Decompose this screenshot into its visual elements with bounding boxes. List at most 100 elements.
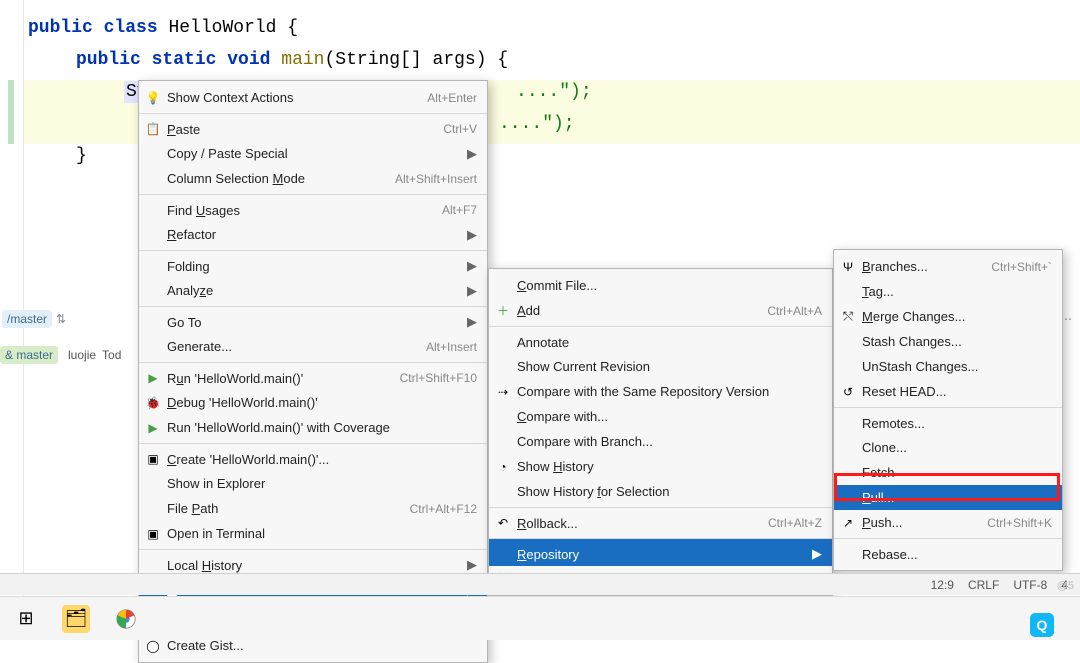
- menu-item-add[interactable]: ＋ AddCtrl+Alt+A: [489, 298, 832, 323]
- menu-item-fetch[interactable]: Fetch: [834, 460, 1062, 485]
- menu-item-annotate[interactable]: Annotate: [489, 326, 832, 354]
- menu-item-show-history[interactable]: ◔Show History: [489, 454, 832, 479]
- submenu-arrow-icon: ▶: [812, 546, 822, 562]
- menu-item-compare-with-the-same-repository-version[interactable]: ⇢ Compare with the Same Repository Versio…: [489, 379, 832, 404]
- menu-label: Reset HEAD...: [862, 384, 1052, 399]
- menu-item-folding[interactable]: Folding▶: [139, 250, 487, 278]
- shortcut: Ctrl+Shift+`: [991, 260, 1052, 274]
- menu-item-unstash-changes[interactable]: UnStash Changes...: [834, 354, 1062, 379]
- menu-item-analyze[interactable]: Analyze▶: [139, 278, 487, 303]
- menu-item-tag[interactable]: Tag...: [834, 279, 1062, 304]
- menu-item-branches[interactable]: Ψ Branches...Ctrl+Shift+`: [834, 254, 1062, 279]
- submenu-arrow-icon: ▶: [467, 283, 477, 299]
- menu-label: Paste: [167, 122, 443, 137]
- chrome-icon[interactable]: [112, 605, 140, 633]
- menu-item-show-in-explorer[interactable]: Show in Explorer: [139, 471, 487, 496]
- menu-label: UnStash Changes...: [862, 359, 1052, 374]
- menu-item-open-in-terminal[interactable]: ▣Open in Terminal: [139, 521, 487, 546]
- menu-item-copy-paste-special[interactable]: Copy / Paste Special ▶: [139, 141, 487, 166]
- menu-label: Compare with...: [517, 409, 822, 424]
- menu-item-show-history-for-selection[interactable]: Show History for Selection: [489, 479, 832, 504]
- menu-label: Compare with Branch...: [517, 434, 822, 449]
- menu-label: Show History: [517, 459, 822, 474]
- menu-item-show-context-actions[interactable]: 💡Show Context ActionsAlt+Enter: [139, 85, 487, 110]
- menu-label: Go To: [167, 315, 459, 330]
- shortcut: Alt+Enter: [427, 91, 477, 105]
- menu-item-run-helloworld-main-with-coverage[interactable]: ▶ Run 'HelloWorld.main()' with Coverage: [139, 415, 487, 440]
- menu-item-push[interactable]: ↗Push...Ctrl+Shift+K: [834, 510, 1062, 535]
- menu-label: Add: [517, 303, 767, 318]
- menu-label: Push...: [862, 515, 987, 530]
- submenu-arrow-icon: ▶: [467, 314, 477, 330]
- shortcut: Alt+F7: [442, 203, 477, 217]
- reset-icon: ↺: [840, 384, 856, 400]
- explorer-icon[interactable]: 🗂: [62, 605, 90, 633]
- encoding[interactable]: UTF-8: [1013, 578, 1047, 592]
- menu-label: Clone...: [862, 440, 1052, 455]
- menu-item-remotes[interactable]: Remotes...: [834, 407, 1062, 435]
- menu-item-reset-head[interactable]: ↺ Reset HEAD...: [834, 379, 1062, 404]
- git-submenu[interactable]: Commit File... ＋ AddCtrl+Alt+A Annotate Show…: [488, 268, 833, 596]
- menu-item-rebase[interactable]: Rebase...: [834, 538, 1062, 566]
- menu-label: File Path: [167, 501, 410, 516]
- menu-item-paste[interactable]: 📋PasteCtrl+V: [139, 113, 487, 141]
- caret-position[interactable]: 12:9: [931, 578, 954, 592]
- qq-icon[interactable]: Q: [1030, 613, 1054, 637]
- menu-item-column-selection-mode[interactable]: Column Selection ModeAlt+Shift+Insert: [139, 166, 487, 191]
- menu-item-show-current-revision[interactable]: Show Current Revision: [489, 354, 832, 379]
- menu-item-create-helloworld-main[interactable]: ▣Create 'HelloWorld.main()'...: [139, 443, 487, 471]
- submenu-arrow-icon: ▶: [467, 227, 477, 243]
- watermark: @5: [1057, 580, 1074, 592]
- shortcut: Ctrl+Alt+F12: [410, 502, 477, 516]
- menu-label: Refactor: [167, 227, 459, 242]
- menu-item-find-usages[interactable]: Find UsagesAlt+F7: [139, 194, 487, 222]
- task-view-icon[interactable]: ⊞: [12, 605, 40, 633]
- menu-label: Rollback...: [517, 516, 768, 531]
- menu-label: Show History for Selection: [517, 484, 822, 499]
- menu-item-pull[interactable]: Pull...: [834, 485, 1062, 510]
- menu-item-rollback[interactable]: ↶Rollback...Ctrl+Alt+Z: [489, 507, 832, 535]
- menu-label: Rebase...: [862, 547, 1052, 562]
- create-icon: ▣: [145, 451, 161, 467]
- menu-label: Copy / Paste Special: [167, 146, 459, 161]
- menu-item-repository[interactable]: Repository ▶: [489, 538, 832, 566]
- runcov-icon: ▶: [145, 420, 161, 436]
- cmp-icon: ⇢: [495, 384, 511, 400]
- menu-label: Open in Terminal: [167, 526, 477, 541]
- menu-item-go-to[interactable]: Go To ▶: [139, 306, 487, 334]
- shortcut: Ctrl+Alt+A: [767, 304, 822, 318]
- menu-label: Run 'HelloWorld.main()' with Coverage: [167, 420, 477, 435]
- menu-label: Merge Changes...: [862, 309, 1052, 324]
- menu-item-file-path[interactable]: File PathCtrl+Alt+F12: [139, 496, 487, 521]
- branch-icon: Ψ: [840, 259, 856, 275]
- menu-item-stash-changes[interactable]: Stash Changes...: [834, 329, 1062, 354]
- menu-item-merge-changes[interactable]: ⤲ Merge Changes...: [834, 304, 1062, 329]
- menu-label: Branches...: [862, 259, 991, 274]
- line-ending[interactable]: CRLF: [968, 578, 999, 592]
- submenu-arrow-icon: ▶: [467, 557, 477, 573]
- taskbar: ⊞ 🗂: [0, 596, 1080, 640]
- debug-icon: 🐞: [145, 395, 161, 411]
- menu-item-compare-with[interactable]: Compare with...: [489, 404, 832, 429]
- menu-label: Compare with the Same Repository Version: [517, 384, 822, 399]
- bulb-icon: 💡: [145, 90, 161, 106]
- menu-label: Column Selection Mode: [167, 171, 395, 186]
- menu-item-compare-with-branch[interactable]: Compare with Branch...: [489, 429, 832, 454]
- merge-icon: ⤲: [840, 309, 856, 325]
- menu-label: Repository: [517, 547, 804, 562]
- shortcut: Ctrl+Alt+Z: [768, 516, 822, 530]
- menu-item-refactor[interactable]: Refactor ▶: [139, 222, 487, 247]
- paste-icon: 📋: [145, 121, 161, 137]
- menu-item-generate[interactable]: Generate...Alt+Insert: [139, 334, 487, 359]
- menu-item-clone[interactable]: Clone...: [834, 435, 1062, 460]
- menu-item-debug-helloworld-main[interactable]: 🐞Debug 'HelloWorld.main()': [139, 390, 487, 415]
- submenu-arrow-icon: ▶: [467, 146, 477, 162]
- menu-item-run-helloworld-main[interactable]: ▶Run 'HelloWorld.main()'Ctrl+Shift+F10: [139, 362, 487, 390]
- menu-item-commit-file[interactable]: Commit File...: [489, 273, 832, 298]
- repository-submenu[interactable]: Ψ Branches...Ctrl+Shift+` Tag... ⤲ Merge Cha…: [833, 249, 1063, 571]
- shortcut: Alt+Insert: [426, 340, 477, 354]
- menu-label: Annotate: [517, 335, 822, 350]
- add-icon: ＋: [495, 303, 511, 319]
- menu-label: Generate...: [167, 339, 426, 354]
- status-bar: 12:9 CRLF UTF-8 4: [0, 573, 1080, 595]
